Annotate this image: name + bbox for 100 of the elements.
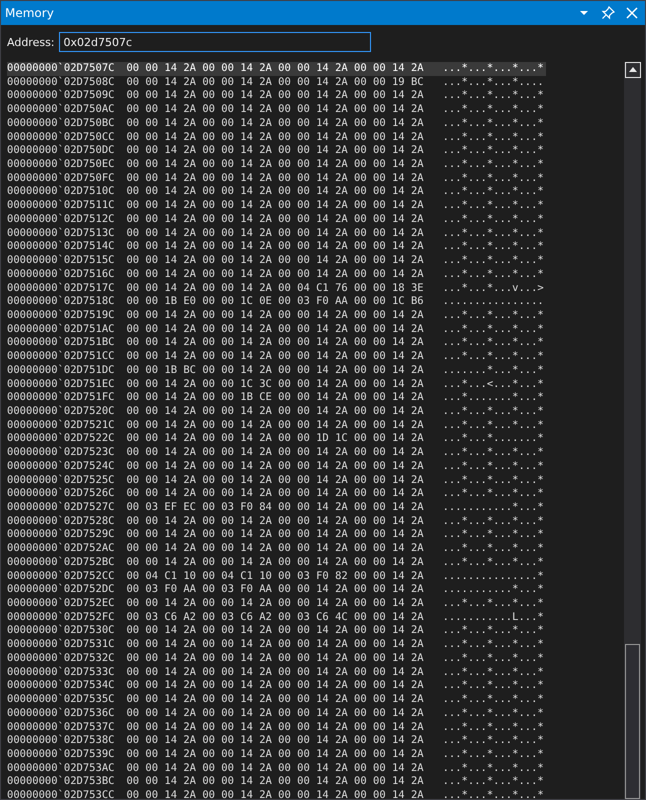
memory-row[interactable]: 00000000`02D7523C 00 00 14 2A 00 00 14 2A 00 00 14 2A 00 00 14 2A ...*...*...*...* <box>7 446 546 460</box>
address-cell: 00000000`02D7528C <box>7 514 114 528</box>
memory-row[interactable]: 00000000`02D7538C 00 00 14 2A 00 00 14 2A 00 00 14 2A 00 00 14 2A ...*...*...*...* <box>7 734 546 748</box>
memory-row[interactable]: 00000000`02D7508C 00 00 14 2A 00 00 14 2A 00 00 14 2A 00 00 19 BC ...*...*...*.... <box>7 76 546 90</box>
address-cell: 00000000`02D7520C <box>7 404 114 419</box>
memory-row[interactable]: 00000000`02D750BC 00 00 14 2A 00 00 14 2A 00 00 14 2A 00 00 14 2A ...*...*...*...* <box>7 116 546 131</box>
hex-cell: 00 00 14 2A 00 00 14 2A 00 00 14 2A 00 00 14 2A <box>126 679 424 694</box>
memory-row[interactable]: 00000000`02D752AC 00 00 14 2A 00 00 14 2A 00 00 14 2A 00 00 14 2A ...*...*...*...* <box>7 542 546 556</box>
memory-row[interactable]: 00000000`02D753BC 00 00 14 2A 00 00 14 2A 00 00 14 2A 00 00 14 2A ...*...*...*...* <box>7 775 546 790</box>
memory-row[interactable]: 00000000`02D7521C 00 00 14 2A 00 00 14 2A 00 00 14 2A 00 00 14 2A ...*...*...*...* <box>7 418 546 432</box>
memory-row[interactable]: 00000000`02D7524C 00 00 14 2A 00 00 14 2A 00 00 14 2A 00 00 14 2A ...*...*...*...* <box>7 460 546 474</box>
ascii-cell: ...*...*...*...* <box>442 487 544 501</box>
memory-row[interactable]: 00000000`02D753CC 00 00 14 2A 00 00 14 2A 00 00 14 2A 00 00 14 2A ...*...*...*...* <box>7 789 546 799</box>
memory-row[interactable]: 00000000`02D7513C 00 00 14 2A 00 00 14 2A 00 00 14 2A 00 00 14 2A ...*...*...*...* <box>7 226 546 240</box>
memory-row[interactable]: 00000000`02D7529C 00 00 14 2A 00 00 14 2A 00 00 14 2A 00 00 14 2A ...*...*...*...* <box>7 528 546 542</box>
memory-row[interactable]: 00000000`02D7527C 00 03 EF EC 00 03 F0 84 00 00 14 2A 00 00 14 2A ...........*...* <box>7 501 546 515</box>
ascii-cell: ...*...*...*...* <box>442 336 544 350</box>
memory-row[interactable]: 00000000`02D7509C 00 00 14 2A 00 00 14 2A 00 00 14 2A 00 00 14 2A ...*...*...*...* <box>7 89 546 104</box>
address-cell: 00000000`02D7518C <box>7 295 114 309</box>
pin-icon[interactable] <box>601 6 615 20</box>
memory-row[interactable]: 00000000`02D750FC 00 00 14 2A 00 00 14 2A 00 00 14 2A 00 00 14 2A ...*...*...*...* <box>7 172 546 186</box>
memory-row[interactable]: 00000000`02D7512C 00 00 14 2A 00 00 14 2A 00 00 14 2A 00 00 14 2A ...*...*...*...* <box>7 212 546 227</box>
memory-row[interactable]: 00000000`02D7536C 00 00 14 2A 00 00 14 2A 00 00 14 2A 00 00 14 2A ...*...*...*...* <box>7 706 546 720</box>
memory-row[interactable]: 00000000`02D750CC 00 00 14 2A 00 00 14 2A 00 00 14 2A 00 00 14 2A ...*...*...*...* <box>7 130 546 144</box>
close-icon[interactable] <box>625 6 639 20</box>
scroll-thumb[interactable] <box>625 644 640 799</box>
memory-row[interactable]: 00000000`02D7534C 00 00 14 2A 00 00 14 2A 00 00 14 2A 00 00 14 2A ...*...*...*...* <box>7 679 546 694</box>
memory-row[interactable]: 00000000`02D751CC 00 00 14 2A 00 00 14 2A 00 00 14 2A 00 00 14 2A ...*...*...*...* <box>7 350 546 364</box>
hex-cell: 00 00 14 2A 00 00 14 2A 00 00 14 2A 00 00 14 2A <box>126 514 424 528</box>
memory-row[interactable]: 00000000`02D7511C 00 00 14 2A 00 00 14 2A 00 00 14 2A 00 00 14 2A ...*...*...*...* <box>7 199 546 213</box>
memory-row[interactable]: 00000000`02D752EC 00 00 14 2A 00 00 14 2A 00 00 14 2A 00 00 14 2A ...*...*...*...* <box>7 597 546 611</box>
hex-cell: 00 00 14 2A 00 00 14 2A 00 00 14 2A 00 00 14 2A <box>126 130 424 144</box>
hex-cell: 00 00 14 2A 00 00 14 2A 00 00 14 2A 00 00 14 2A <box>126 474 424 488</box>
address-cell: 00000000`02D7507C <box>7 62 114 76</box>
memory-row[interactable]: 00000000`02D750AC 00 00 14 2A 00 00 14 2A 00 00 14 2A 00 00 14 2A ...*...*...*...* <box>7 103 546 117</box>
memory-row[interactable]: 00000000`02D7535C 00 00 14 2A 00 00 14 2A 00 00 14 2A 00 00 14 2A ...*...*...*...* <box>7 693 546 707</box>
hex-cell: 00 00 14 2A 00 00 14 2A 00 00 14 2A 00 00 14 2A <box>126 404 424 419</box>
address-cell: 00000000`02D7529C <box>7 528 114 542</box>
address-field[interactable]: 0x02d7507c <box>58 32 371 52</box>
memory-row[interactable]: 00000000`02D7519C 00 00 14 2A 00 00 14 2A 00 00 14 2A 00 00 14 2A ...*...*...*...* <box>7 308 546 323</box>
ascii-cell: ...*...*...*...* <box>442 460 544 474</box>
ascii-cell: ...*...*...*...* <box>442 144 544 158</box>
ascii-cell: ...*...*...*...* <box>442 693 544 707</box>
memory-row[interactable]: 00000000`02D7517C 00 00 14 2A 00 00 14 2A 00 04 C1 76 00 00 18 3E ...*...*...v...> <box>7 282 546 296</box>
ascii-cell: ...*...*...*...* <box>442 322 544 336</box>
memory-row[interactable]: 00000000`02D751AC 00 00 14 2A 00 00 14 2A 00 00 14 2A 00 00 14 2A ...*...*...*...* <box>7 322 546 336</box>
memory-row[interactable]: 00000000`02D752CC 00 04 C1 10 00 04 C1 10 00 03 F0 82 00 00 14 2A ...............* <box>7 570 546 584</box>
hex-cell: 00 00 14 2A 00 00 14 2A 00 00 14 2A 00 00 14 2A <box>126 762 424 776</box>
memory-row[interactable]: 00000000`02D7515C 00 00 14 2A 00 00 14 2A 00 00 14 2A 00 00 14 2A ...*...*...*...* <box>7 254 546 268</box>
hex-cell: 00 04 C1 10 00 04 C1 10 00 03 F0 82 00 00 14 2A <box>126 570 424 584</box>
memory-row[interactable]: 00000000`02D7520C 00 00 14 2A 00 00 14 2A 00 00 14 2A 00 00 14 2A ...*...*...*...* <box>7 404 546 419</box>
hex-cell: 00 00 14 2A 00 00 14 2A 00 00 14 2A 00 00 14 2A <box>126 240 424 254</box>
ascii-cell: ...........*...* <box>442 501 544 515</box>
hex-cell: 00 00 14 2A 00 00 14 2A 00 00 14 2A 00 00 14 2A <box>126 446 424 460</box>
memory-row[interactable]: 00000000`02D7510C 00 00 14 2A 00 00 14 2A 00 00 14 2A 00 00 14 2A ...*...*...*...* <box>7 185 546 200</box>
memory-row[interactable]: 00000000`02D750EC 00 00 14 2A 00 00 14 2A 00 00 14 2A 00 00 14 2A ...*...*...*...* <box>7 158 546 172</box>
memory-row[interactable]: 00000000`02D7533C 00 00 14 2A 00 00 14 2A 00 00 14 2A 00 00 14 2A ...*...*...*...* <box>7 666 546 680</box>
hex-cell: 00 00 14 2A 00 00 14 2A 00 00 14 2A 00 00 14 2A <box>126 199 424 213</box>
hex-cell: 00 00 14 2A 00 00 14 2A 00 00 14 2A 00 00 14 2A <box>126 624 424 638</box>
memory-row[interactable]: 00000000`02D751EC 00 00 14 2A 00 00 1C 3C 00 00 14 2A 00 00 14 2A ...*...<...*...* <box>7 378 546 392</box>
memory-row[interactable]: 00000000`02D751DC 00 00 1B BC 00 00 14 2A 00 00 14 2A 00 00 14 2A .......*...*...* <box>7 364 546 378</box>
memory-row[interactable]: 00000000`02D750DC 00 00 14 2A 00 00 14 2A 00 00 14 2A 00 00 14 2A ...*...*...*...* <box>7 144 546 158</box>
ascii-cell: ...*...*...*...* <box>442 226 544 240</box>
memory-row[interactable]: 00000000`02D7537C 00 00 14 2A 00 00 14 2A 00 00 14 2A 00 00 14 2A ...*...*...*...* <box>7 720 546 734</box>
memory-row[interactable]: 00000000`02D7518C 00 00 1B E0 00 00 1C 0E 00 03 F0 AA 00 00 1C B6 ................ <box>7 295 546 309</box>
address-cell: 00000000`02D752EC <box>7 597 114 611</box>
address-cell: 00000000`02D7515C <box>7 254 114 268</box>
address-cell: 00000000`02D7535C <box>7 693 114 707</box>
memory-row[interactable]: 00000000`02D7516C 00 00 14 2A 00 00 14 2A 00 00 14 2A 00 00 14 2A ...*...*...*...* <box>7 268 546 282</box>
memory-row[interactable]: 00000000`02D7539C 00 00 14 2A 00 00 14 2A 00 00 14 2A 00 00 14 2A ...*...*...*...* <box>7 748 546 762</box>
ascii-cell: ...*...*...v...> <box>442 282 544 296</box>
memory-row[interactable]: 00000000`02D7532C 00 00 14 2A 00 00 14 2A 00 00 14 2A 00 00 14 2A ...*...*...*...* <box>7 652 546 666</box>
address-cell: 00000000`02D7534C <box>7 679 114 694</box>
ascii-cell: ...*...*...*...* <box>442 404 544 419</box>
ascii-cell: ...............* <box>442 570 544 584</box>
memory-row[interactable]: 00000000`02D7514C 00 00 14 2A 00 00 14 2A 00 00 14 2A 00 00 14 2A ...*...*...*...* <box>7 240 546 254</box>
memory-row[interactable]: 00000000`02D751BC 00 00 14 2A 00 00 14 2A 00 00 14 2A 00 00 14 2A ...*...*...*...* <box>7 336 546 350</box>
memory-row[interactable]: 00000000`02D7528C 00 00 14 2A 00 00 14 2A 00 00 14 2A 00 00 14 2A ...*...*...*...* <box>7 514 546 528</box>
ascii-cell: ...*...*...*...* <box>442 638 544 652</box>
memory-row[interactable]: 00000000`02D7525C 00 00 14 2A 00 00 14 2A 00 00 14 2A 00 00 14 2A ...*...*...*...* <box>7 474 546 488</box>
hex-cell: 00 00 14 2A 00 00 14 2A 00 00 14 2A 00 00 14 2A <box>126 268 424 282</box>
memory-row[interactable]: 00000000`02D752DC 00 03 F0 AA 00 03 F0 AA 00 00 14 2A 00 00 14 2A ...........*...* <box>7 583 546 598</box>
scroll-up-icon[interactable] <box>624 62 640 78</box>
hex-cell: 00 00 14 2A 00 00 14 2A 00 00 14 2A 00 00 14 2A <box>126 336 424 350</box>
ascii-cell: ...*...*...*...* <box>442 212 544 227</box>
memory-row[interactable]: 00000000`02D753AC 00 00 14 2A 00 00 14 2A 00 00 14 2A 00 00 14 2A ...*...*...*...* <box>7 762 546 776</box>
scrollbar[interactable] <box>624 62 641 799</box>
memory-row[interactable]: 00000000`02D7526C 00 00 14 2A 00 00 14 2A 00 00 14 2A 00 00 14 2A ...*...*...*...* <box>7 487 546 501</box>
memory-row[interactable]: 00000000`02D7531C 00 00 14 2A 00 00 14 2A 00 00 14 2A 00 00 14 2A ...*...*...*...* <box>7 638 546 652</box>
memory-row[interactable]: 00000000`02D752BC 00 00 14 2A 00 00 14 2A 00 00 14 2A 00 00 14 2A ...*...*...*...* <box>7 556 546 570</box>
memory-row[interactable]: 00000000`02D751FC 00 00 14 2A 00 00 1B CE 00 00 14 2A 00 00 14 2A ...*.......*...* <box>7 391 546 405</box>
address-cell: 00000000`02D7514C <box>7 240 114 254</box>
address-label: Address: <box>7 36 55 48</box>
hex-cell: 00 00 14 2A 00 00 14 2A 00 00 14 2A 00 00 14 2A <box>126 322 424 336</box>
memory-row[interactable]: 00000000`02D7530C 00 00 14 2A 00 00 14 2A 00 00 14 2A 00 00 14 2A ...*...*...*...* <box>7 624 546 638</box>
memory-row[interactable]: 00000000`02D7507C 00 00 14 2A 00 00 14 2A 00 00 14 2A 00 00 14 2A ...*...*...*...* <box>7 62 546 76</box>
ascii-cell: ...*...*...*...* <box>442 734 544 748</box>
address-cell: 00000000`02D7521C <box>7 418 114 432</box>
memory-row[interactable]: 00000000`02D7522C 00 00 14 2A 00 00 14 2A 00 00 1D 1C 00 00 14 2A ...*...*.......* <box>7 432 546 446</box>
memory-row[interactable]: 00000000`02D752FC 00 03 C6 A2 00 03 C6 A2 00 03 C6 4C 00 00 14 2A ...........L...* <box>7 610 546 624</box>
